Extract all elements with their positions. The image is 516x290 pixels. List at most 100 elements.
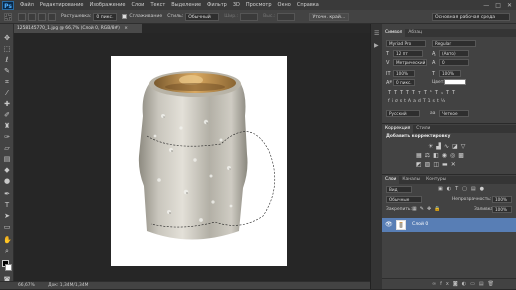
- vibrance-icon[interactable]: ▽: [461, 143, 469, 150]
- font-size-input[interactable]: 12 пт: [393, 50, 423, 57]
- text-color-swatch[interactable]: [444, 79, 466, 85]
- layer-row[interactable]: 👁 Слой 0: [382, 218, 516, 232]
- new-group-icon[interactable]: ▭: [470, 281, 479, 287]
- smart-object-filter-icon[interactable]: ▤: [471, 186, 480, 192]
- leading-input[interactable]: (Авто): [439, 50, 469, 57]
- maximize-button[interactable]: □: [495, 2, 501, 9]
- marquee-tool-icon[interactable]: ⬚: [3, 45, 11, 53]
- photo-filter-icon[interactable]: ◉: [442, 152, 450, 159]
- type-tool-icon[interactable]: T: [3, 201, 11, 209]
- tab-channels[interactable]: Каналы: [399, 176, 423, 184]
- new-layer-icon[interactable]: ▤: [479, 281, 488, 287]
- workspace-select[interactable]: Основная рабочая среда: [432, 12, 510, 21]
- dodge-tool-icon[interactable]: ●: [3, 177, 11, 185]
- menu-3d[interactable]: 3D: [233, 2, 240, 8]
- color-lookup-icon[interactable]: ▩: [458, 152, 467, 159]
- tab-paths[interactable]: Контуры: [423, 176, 449, 184]
- menu-view[interactable]: Просмотр: [246, 2, 272, 8]
- delete-layer-icon[interactable]: 🗑: [488, 281, 498, 287]
- zoom-tool-icon[interactable]: ⌕: [3, 247, 11, 255]
- exposure-icon[interactable]: ◪: [452, 143, 461, 150]
- healing-tool-icon[interactable]: ✚: [3, 100, 11, 108]
- history-brush-tool-icon[interactable]: ✑: [3, 133, 11, 141]
- eyedropper-tool-icon[interactable]: ⁄: [3, 89, 11, 97]
- close-window-button[interactable]: ✕: [507, 2, 512, 9]
- baseline-shift-input[interactable]: 0 пикс.: [393, 79, 415, 86]
- style-select[interactable]: Обычный: [185, 12, 220, 21]
- filter-toggle-icon[interactable]: ●: [480, 186, 488, 192]
- fractions-button[interactable]: ½: [441, 99, 447, 104]
- actions-panel-icon[interactable]: ▶: [374, 42, 379, 49]
- new-adjustment-icon[interactable]: ◐: [462, 281, 470, 287]
- strikethrough-button[interactable]: T: [452, 90, 458, 96]
- antialias-checkbox[interactable]: [122, 14, 128, 19]
- quick-select-tool-icon[interactable]: ✎: [3, 67, 11, 75]
- history-panel-icon[interactable]: ☰: [374, 30, 379, 37]
- blend-mode-select[interactable]: Обычные: [386, 196, 422, 203]
- shape-tool-icon[interactable]: ▭: [3, 223, 11, 231]
- menu-help[interactable]: Справка: [297, 2, 319, 8]
- layer-name[interactable]: Слой 0: [412, 222, 428, 227]
- menu-window[interactable]: Окно: [278, 2, 291, 8]
- zoom-level[interactable]: 66,67%: [18, 283, 35, 288]
- ordinals-button[interactable]: 1st: [428, 99, 441, 104]
- hand-tool-icon[interactable]: ✋: [3, 236, 12, 244]
- new-selection-button[interactable]: [18, 12, 26, 21]
- tab-adjustments[interactable]: Коррекция: [382, 125, 414, 133]
- menu-select[interactable]: Выделение: [171, 2, 201, 8]
- blur-tool-icon[interactable]: ◆: [3, 166, 11, 174]
- document-canvas[interactable]: [111, 56, 287, 266]
- stylistic-alternates-button[interactable]: ad: [413, 99, 423, 104]
- opacity-input[interactable]: 100%: [492, 196, 512, 203]
- subtract-selection-button[interactable]: [38, 12, 46, 21]
- ligatures-button[interactable]: fi: [388, 99, 395, 104]
- antialias-select[interactable]: Четкое: [439, 110, 469, 117]
- color-balance-icon[interactable]: ⚖: [425, 152, 433, 159]
- threshold-icon[interactable]: ◫: [433, 161, 442, 168]
- language-select[interactable]: Русский: [386, 110, 420, 117]
- path-select-tool-icon[interactable]: ➤: [3, 212, 11, 220]
- hue-saturation-icon[interactable]: ▦: [416, 152, 425, 159]
- menu-image[interactable]: Изображение: [89, 2, 125, 8]
- small-caps-button[interactable]: Tт: [412, 90, 424, 96]
- layer-filter-select[interactable]: Вид: [386, 186, 412, 193]
- kerning-select[interactable]: Метрический: [393, 59, 427, 66]
- crop-tool-icon[interactable]: ⌗: [3, 78, 11, 86]
- shape-filter-icon[interactable]: ▢: [462, 186, 471, 192]
- all-caps-button[interactable]: TT: [400, 90, 412, 96]
- document-tab-close-button[interactable]: ×: [124, 26, 128, 31]
- add-mask-icon[interactable]: ◙: [453, 281, 462, 287]
- gradient-map-icon[interactable]: ▬: [442, 161, 451, 168]
- layer-visibility-eye-icon[interactable]: 👁: [385, 221, 393, 228]
- invert-icon[interactable]: ◩: [416, 161, 425, 168]
- tab-styles[interactable]: Стили: [413, 125, 433, 133]
- tracking-input[interactable]: 0: [439, 59, 469, 66]
- vertical-scale-input[interactable]: 100%: [393, 70, 415, 77]
- minimize-button[interactable]: —: [483, 2, 489, 9]
- link-layers-icon[interactable]: ∞: [432, 281, 440, 287]
- lock-pixels-icon[interactable]: ✎: [420, 206, 427, 212]
- stamp-tool-icon[interactable]: ♜: [3, 122, 11, 130]
- lasso-tool-icon[interactable]: ℓ: [3, 56, 11, 64]
- channel-mixer-icon[interactable]: ◎: [450, 152, 458, 159]
- fill-input[interactable]: 100%: [492, 206, 512, 213]
- move-tool-icon[interactable]: ✥: [3, 34, 11, 42]
- levels-icon[interactable]: ▟: [436, 143, 444, 150]
- tab-paragraph[interactable]: Абзац: [405, 29, 425, 37]
- superscript-button[interactable]: T¹: [424, 90, 435, 96]
- layer-style-icon[interactable]: fx: [440, 281, 453, 287]
- tab-layers[interactable]: Слои: [382, 176, 400, 184]
- lock-transparency-icon[interactable]: ▦: [412, 206, 420, 212]
- font-family-select[interactable]: Myriad Pro: [386, 40, 426, 47]
- add-selection-button[interactable]: [28, 12, 36, 21]
- menu-file[interactable]: Файл: [20, 2, 34, 8]
- font-style-select[interactable]: Regular: [432, 40, 476, 47]
- menu-layers[interactable]: Слои: [131, 2, 144, 8]
- selective-color-icon[interactable]: ✕: [451, 161, 459, 168]
- document-tab[interactable]: 1258145770_1.jpg @ 66,7% (Слой 0, RGB/8#…: [14, 24, 142, 33]
- menu-filter[interactable]: Фильтр: [207, 2, 227, 8]
- black-white-icon[interactable]: ◧: [433, 152, 442, 159]
- tool-preset-button[interactable]: [4, 12, 12, 21]
- lock-all-icon[interactable]: 🔒: [434, 206, 443, 212]
- eraser-tool-icon[interactable]: ▱: [3, 144, 11, 152]
